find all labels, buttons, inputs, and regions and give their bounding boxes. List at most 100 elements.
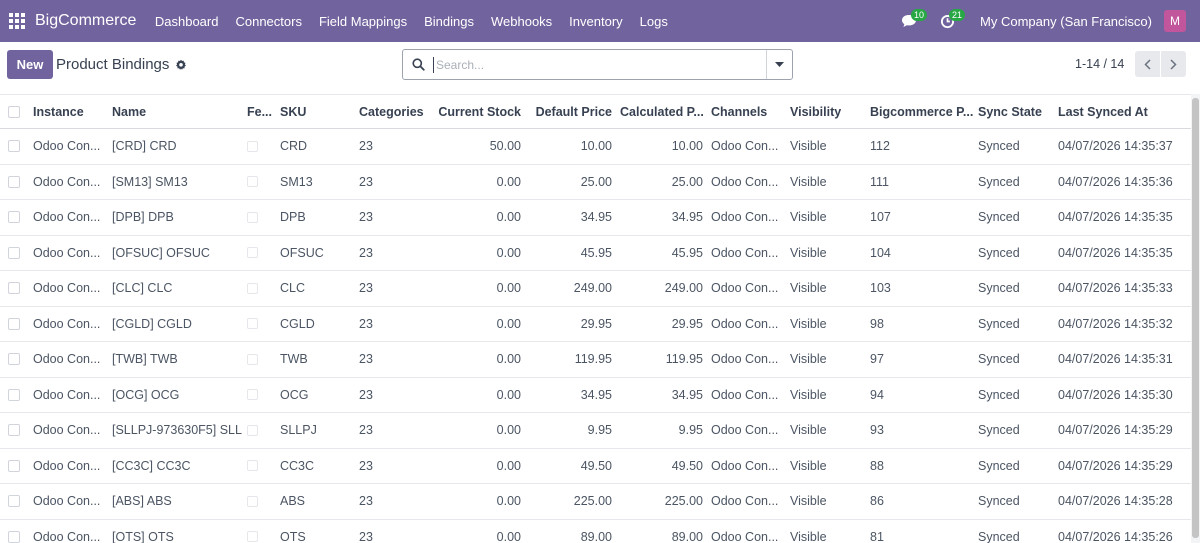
featured-checkbox[interactable] <box>247 353 258 365</box>
row-select-cell[interactable] <box>8 342 20 377</box>
pager-value[interactable]: 1-14 / 14 <box>1075 57 1124 71</box>
featured-checkbox[interactable] <box>247 140 258 152</box>
select-all-checkbox[interactable] <box>8 105 20 118</box>
row-select-cell[interactable] <box>8 413 20 448</box>
row-select-checkbox[interactable] <box>8 495 20 508</box>
column-header-visibility[interactable]: Visibility <box>790 95 841 128</box>
column-header-name[interactable]: Name <box>112 95 146 128</box>
column-header-calculated-price[interactable]: Calculated P... <box>620 95 704 128</box>
row-select-cell[interactable] <box>8 484 20 519</box>
nav-item-field-mappings[interactable]: Field Mappings <box>310 14 415 29</box>
featured-checkbox[interactable] <box>247 424 258 436</box>
row-select-cell[interactable] <box>8 165 20 200</box>
row-select-checkbox[interactable] <box>8 246 20 259</box>
cell-name: [DPB] DPB <box>112 210 174 225</box>
row-select-cell[interactable] <box>8 449 20 484</box>
table-row[interactable]: Odoo Con... [OTS] OTS OTS 23 0.00 89.00 89.00 O… <box>0 520 1200 543</box>
nav-item-inventory[interactable]: Inventory <box>561 14 631 29</box>
featured-checkbox[interactable] <box>247 531 258 543</box>
page-title-wrap: Product Bindings <box>56 56 187 73</box>
row-select-checkbox[interactable] <box>8 317 20 330</box>
cell-instance: Odoo Con... <box>33 529 101 543</box>
cell-stock: 0.00 <box>496 281 521 296</box>
column-header-instance[interactable]: Instance <box>33 95 84 128</box>
pager-previous-button[interactable] <box>1135 51 1160 77</box>
row-select-cell[interactable] <box>8 271 20 306</box>
featured-checkbox[interactable] <box>247 495 258 507</box>
nav-item-bindings[interactable]: Bindings <box>416 14 483 29</box>
nav-item-connectors[interactable]: Connectors <box>227 14 310 29</box>
column-header-default-price[interactable]: Default Price <box>530 95 612 128</box>
column-header-categories[interactable]: Categories <box>359 95 424 128</box>
company-switcher[interactable]: My Company (San Francisco) <box>980 14 1152 29</box>
row-select-cell[interactable] <box>8 307 20 342</box>
activities-button[interactable]: 21 <box>932 0 966 42</box>
cell-calc-price: 34.95 <box>671 210 703 225</box>
cell-instance: Odoo Con... <box>33 139 101 154</box>
select-all-checkbox-cell[interactable] <box>8 95 20 128</box>
row-select-checkbox[interactable] <box>8 211 20 224</box>
pager-next-button[interactable] <box>1161 51 1186 77</box>
cell-bc-id: 86 <box>870 494 884 509</box>
nav-item-webhooks[interactable]: Webhooks <box>482 14 560 29</box>
scrollbar-thumb[interactable] <box>1192 98 1199 538</box>
column-header-sku[interactable]: SKU <box>280 95 306 128</box>
cell-categories: 23 <box>359 352 373 367</box>
table-row[interactable]: Odoo Con... [CC3C] CC3C CC3C 23 0.00 49.50 49.… <box>0 449 1200 484</box>
row-select-checkbox[interactable] <box>8 424 20 437</box>
search-options-toggle[interactable] <box>766 50 792 79</box>
featured-checkbox[interactable] <box>247 318 258 330</box>
search-input[interactable] <box>434 50 766 79</box>
featured-checkbox[interactable] <box>247 282 258 294</box>
row-select-checkbox[interactable] <box>8 140 20 153</box>
row-select-checkbox[interactable] <box>8 175 20 188</box>
table-row[interactable]: Odoo Con... [OCG] OCG OCG 23 0.00 34.95 34.95 O… <box>0 378 1200 413</box>
nav-item-dashboard[interactable]: Dashboard <box>146 14 227 29</box>
row-select-cell[interactable] <box>8 520 20 543</box>
new-button[interactable]: New <box>7 50 53 79</box>
featured-checkbox[interactable] <box>247 211 258 223</box>
featured-checkbox[interactable] <box>247 460 258 472</box>
user-avatar[interactable]: M <box>1164 10 1186 32</box>
table-row[interactable]: Odoo Con... [CGLD] CGLD CGLD 23 0.00 29.95 29.… <box>0 307 1200 342</box>
featured-cell <box>247 378 258 413</box>
table-row[interactable]: Odoo Con... [DPB] DPB DPB 23 0.00 34.95 34.95 O… <box>0 200 1200 236</box>
table-row[interactable]: Odoo Con... [OFSUC] OFSUC OFSUC 23 0.00 45.95… <box>0 236 1200 271</box>
column-header-channels[interactable]: Channels <box>711 95 767 128</box>
cell-stock: 0.00 <box>496 494 521 509</box>
row-select-cell[interactable] <box>8 378 20 413</box>
column-header-bigcommerce-product-id[interactable]: Bigcommerce P... <box>870 95 973 128</box>
nav-item-logs[interactable]: Logs <box>631 14 676 29</box>
table-row[interactable]: Odoo Con... [TWB] TWB TWB 23 0.00 119.95 119.9… <box>0 342 1200 378</box>
row-select-checkbox[interactable] <box>8 388 20 401</box>
table-row[interactable]: Odoo Con... [ABS] ABS ABS 23 0.00 225.00 225.0… <box>0 484 1200 520</box>
row-select-cell[interactable] <box>8 236 20 271</box>
column-header-last-synced-at[interactable]: Last Synced At <box>1058 95 1148 128</box>
gear-icon[interactable] <box>175 59 187 71</box>
table-row[interactable]: Odoo Con... [SM13] SM13 SM13 23 0.00 25.00 25.… <box>0 165 1200 200</box>
row-select-cell[interactable] <box>8 129 20 164</box>
column-header-current-stock[interactable]: Current Stock <box>430 95 521 128</box>
cell-visibility: Visible <box>790 174 827 189</box>
messages-button[interactable]: 10 <box>894 0 928 42</box>
table-row[interactable]: Odoo Con... [CLC] CLC CLC 23 0.00 249.00 249.0… <box>0 271 1200 307</box>
row-select-checkbox[interactable] <box>8 282 20 295</box>
apps-menu-icon[interactable] <box>9 13 25 29</box>
table-row[interactable]: Odoo Con... [SLLPJ-973630F5] SLL... SLLPJ 2… <box>0 413 1200 449</box>
row-select-cell[interactable] <box>8 200 20 235</box>
app-brand[interactable]: BigCommerce <box>35 12 136 30</box>
featured-cell <box>247 484 258 519</box>
column-header-featured[interactable]: Fe... <box>247 95 272 128</box>
cell-categories: 23 <box>359 281 373 296</box>
row-select-checkbox[interactable] <box>8 530 20 543</box>
cell-last-synced: 04/07/2026 14:35:35 <box>1058 245 1173 260</box>
cell-channels: Odoo Con... <box>711 387 779 402</box>
featured-checkbox[interactable] <box>247 247 258 259</box>
featured-checkbox[interactable] <box>247 389 258 401</box>
row-select-checkbox[interactable] <box>8 459 20 472</box>
column-header-sync-state[interactable]: Sync State <box>978 95 1042 128</box>
vertical-scrollbar[interactable] <box>1191 94 1200 543</box>
row-select-checkbox[interactable] <box>8 353 20 366</box>
featured-checkbox[interactable] <box>247 176 258 188</box>
table-row[interactable]: Odoo Con... [CRD] CRD CRD 23 50.00 10.00 10.00… <box>0 129 1200 165</box>
